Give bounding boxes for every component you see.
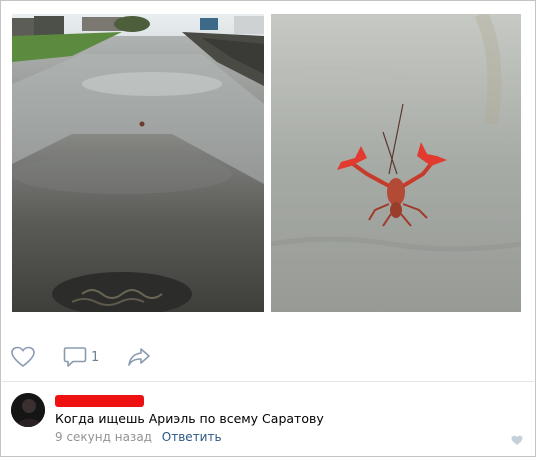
crayfish-in-water-photo[interactable]: [271, 14, 521, 312]
comment-bubble-icon: [63, 347, 87, 367]
heart-filled-icon: [511, 435, 523, 445]
comment-time[interactable]: 9 секунд назад: [55, 430, 152, 444]
comment-meta: 9 секунд назад Ответить: [55, 430, 222, 444]
avatar[interactable]: [11, 393, 45, 427]
heart-outline-icon: [11, 346, 35, 368]
crayfish-image: [271, 14, 521, 312]
reply-link[interactable]: Ответить: [162, 430, 222, 444]
author-name-redaction: [55, 395, 144, 407]
share-arrow-icon: [128, 348, 151, 366]
flooded-street-image: [12, 14, 264, 312]
comment-button[interactable]: 1: [63, 346, 99, 368]
post-actions-bar: 1: [11, 344, 151, 370]
like-button[interactable]: [11, 346, 35, 368]
share-button[interactable]: [127, 346, 151, 368]
comment-count: 1: [91, 349, 100, 365]
avatar-image: [11, 393, 45, 427]
comment-item: Когда ищешь Ариэль по всему Саратову 9 с…: [11, 393, 525, 447]
flooded-street-photo[interactable]: [12, 14, 264, 312]
post-card: 1 Когда ищешь Ариэль по всему Саратову 9…: [0, 0, 536, 457]
divider: [2, 381, 534, 382]
comment-text: Когда ищешь Ариэль по всему Саратову: [55, 411, 324, 426]
comment-like-button[interactable]: [511, 431, 523, 450]
